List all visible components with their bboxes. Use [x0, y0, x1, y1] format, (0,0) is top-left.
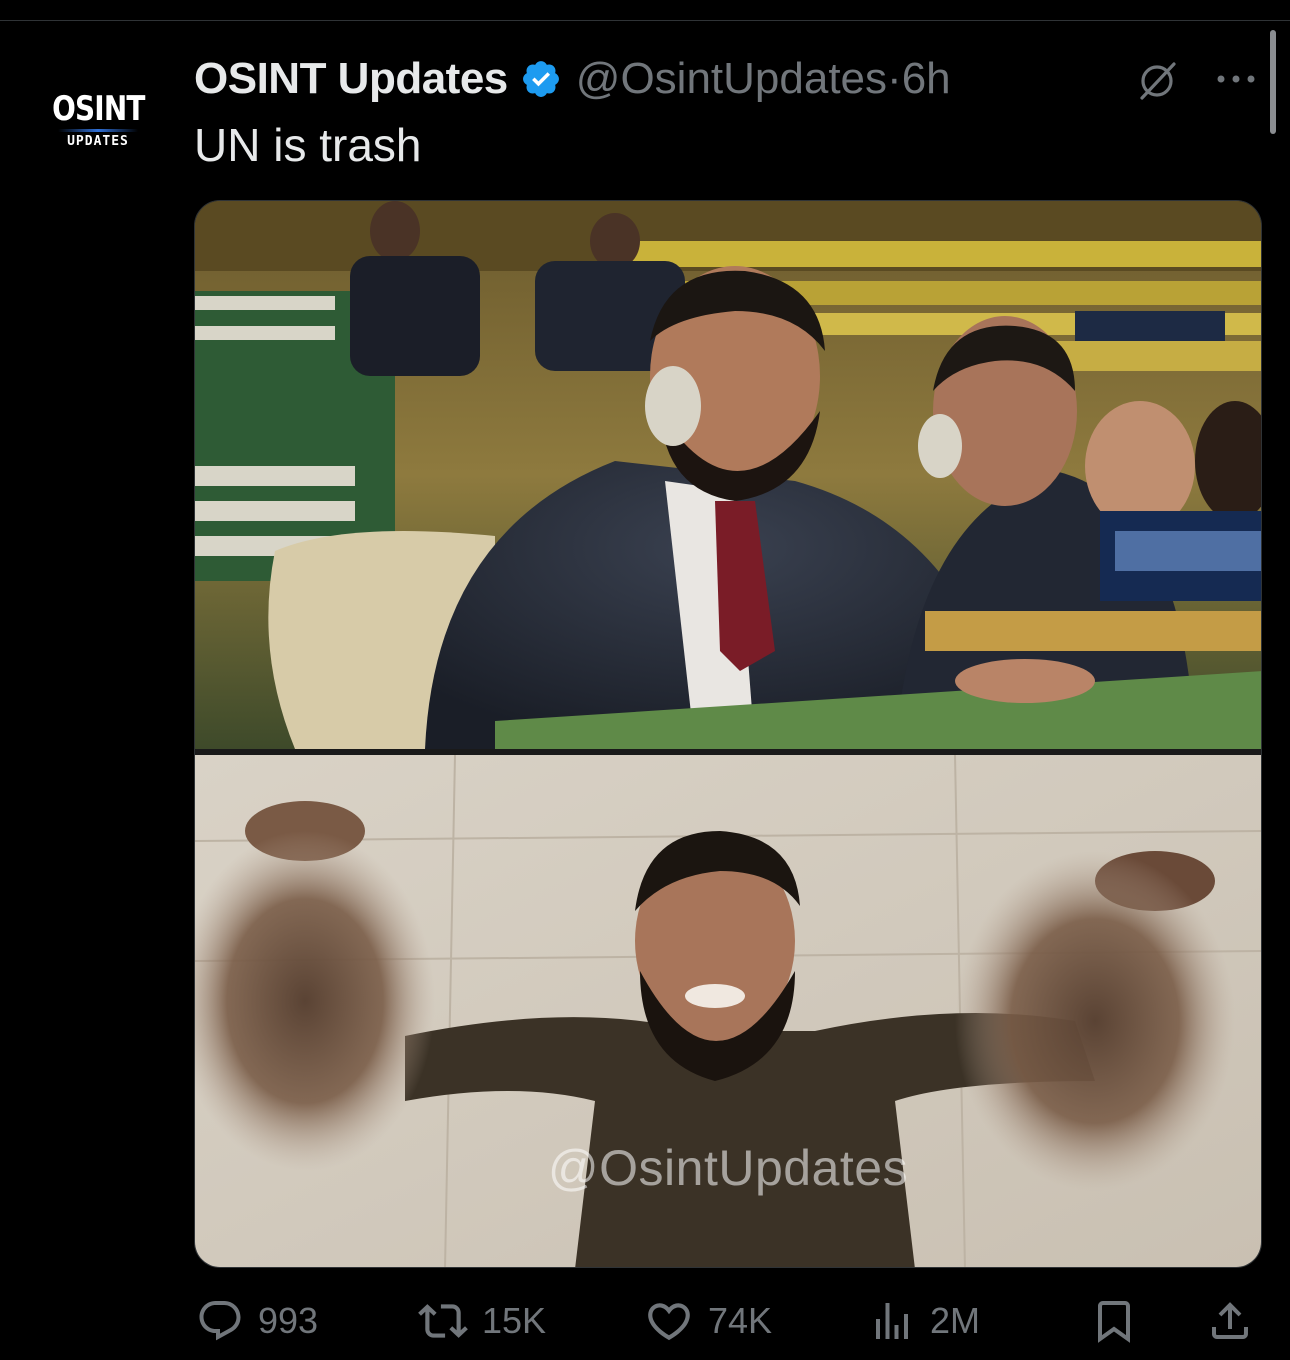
- more-icon[interactable]: [1214, 64, 1258, 94]
- avatar-text-sub: UPDATES: [67, 133, 129, 149]
- reply-icon: [199, 1301, 241, 1341]
- timestamp[interactable]: 6h: [902, 54, 951, 103]
- avatar-text-main: OSINT: [51, 88, 145, 129]
- share-icon: [1212, 1302, 1248, 1339]
- avatar-divider: [58, 128, 138, 132]
- views-chart-icon: [876, 1303, 908, 1339]
- repost-button[interactable]: 15K: [418, 1296, 546, 1346]
- tweet-text: UN is trash: [194, 119, 422, 171]
- repost-icon: [418, 1304, 468, 1338]
- like-count: 74K: [708, 1300, 773, 1341]
- bookmark-button[interactable]: [1090, 1296, 1138, 1346]
- bookmark-icon: [1098, 1301, 1130, 1343]
- separator: ·: [887, 54, 902, 103]
- verified-badge-icon[interactable]: [520, 58, 562, 100]
- media-image: [195, 201, 1261, 1267]
- reply-button[interactable]: 993: [196, 1296, 318, 1346]
- share-button[interactable]: [1206, 1296, 1254, 1346]
- action-bar: 993 15K 74K 2M: [0, 1296, 1290, 1346]
- handle-text: @OsintUpdates: [575, 54, 888, 103]
- display-name[interactable]: OSINT Updates: [194, 54, 508, 104]
- handle[interactable]: @OsintUpdates·6h: [576, 54, 951, 104]
- views-button[interactable]: 2M: [868, 1296, 980, 1346]
- like-button[interactable]: 74K: [644, 1296, 772, 1346]
- media-watermark: @OsintUpdates: [547, 1140, 909, 1196]
- tweet-header: OSINT Updates @OsintUpdates·6h: [194, 54, 951, 104]
- reply-count: 993: [258, 1300, 319, 1341]
- scrollbar[interactable]: [1270, 30, 1276, 134]
- repost-count: 15K: [482, 1300, 547, 1341]
- grok-icon[interactable]: [1136, 58, 1180, 102]
- avatar[interactable]: OSINT UPDATES: [40, 62, 156, 178]
- top-divider: [0, 20, 1290, 21]
- tweet-media[interactable]: @OsintUpdates: [194, 200, 1262, 1268]
- views-count: 2M: [930, 1300, 981, 1341]
- heart-icon: [648, 1303, 690, 1341]
